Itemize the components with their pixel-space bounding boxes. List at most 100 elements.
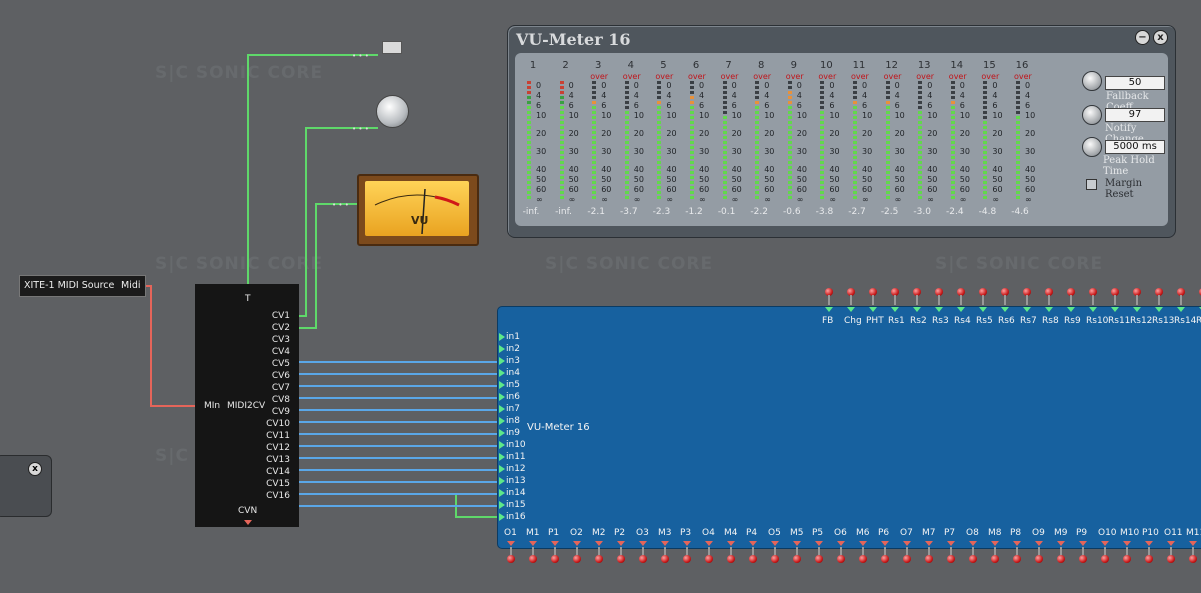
connector-pin[interactable]: [1035, 555, 1043, 563]
connector-pin[interactable]: [551, 555, 559, 563]
port-cv16[interactable]: CV16: [266, 491, 290, 501]
input-port-in11[interactable]: in11: [499, 452, 526, 462]
output-port-p2[interactable]: P2: [614, 528, 625, 538]
port-cv3[interactable]: CV3: [272, 335, 290, 345]
close-icon[interactable]: x: [1153, 30, 1168, 45]
top-port-rs13[interactable]: Rs13: [1152, 316, 1174, 326]
port-cv8[interactable]: CV8: [272, 395, 290, 405]
connector-pin[interactable]: [683, 555, 691, 563]
toggle-button[interactable]: [382, 41, 402, 54]
output-port-m6[interactable]: M6: [856, 528, 870, 538]
port-cv15[interactable]: CV15: [266, 479, 290, 489]
connector-pin[interactable]: [617, 555, 625, 563]
connector-pin[interactable]: [573, 555, 581, 563]
xite-port-midi[interactable]: Midi: [121, 280, 141, 291]
top-port-rs6[interactable]: Rs6: [998, 316, 1015, 326]
top-port-rs9[interactable]: Rs9: [1064, 316, 1081, 326]
vu-meter-16-module[interactable]: VU-Meter 16 in1 in2 in3 in4 in5 in6 in7 in8 in9 i…: [497, 306, 1201, 549]
input-port-in10[interactable]: in10: [499, 440, 526, 450]
input-port-in1[interactable]: in1: [499, 332, 520, 342]
output-port-o6[interactable]: O6: [834, 528, 847, 538]
input-port-in2[interactable]: in2: [499, 344, 520, 354]
output-port-p8[interactable]: P8: [1010, 528, 1021, 538]
connector-pin[interactable]: [1079, 555, 1087, 563]
rotary-knob[interactable]: [376, 95, 409, 128]
port-cv6[interactable]: CV6: [272, 371, 290, 381]
port-cv13[interactable]: CV13: [266, 455, 290, 465]
input-port-in15[interactable]: in15: [499, 500, 526, 510]
output-port-m9[interactable]: M9: [1054, 528, 1068, 538]
connector-pin[interactable]: [529, 555, 537, 563]
connector-pin[interactable]: [1123, 555, 1131, 563]
notify-value[interactable]: 97: [1105, 108, 1165, 122]
port-t[interactable]: T: [245, 294, 251, 304]
connector-pin[interactable]: [749, 555, 757, 563]
port-cv1[interactable]: CV1: [272, 311, 290, 321]
top-port-rs11[interactable]: Rs11: [1108, 316, 1130, 326]
output-port-m11[interactable]: M11: [1186, 528, 1201, 538]
output-port-o10[interactable]: O10: [1098, 528, 1117, 538]
connector-pin[interactable]: [903, 555, 911, 563]
top-port-rs3[interactable]: Rs3: [932, 316, 949, 326]
port-cv4[interactable]: CV4: [272, 347, 290, 357]
connector-pin[interactable]: [1167, 555, 1175, 563]
top-port-rs14[interactable]: Rs14: [1174, 316, 1196, 326]
top-port-rs8[interactable]: Rs8: [1042, 316, 1059, 326]
connector-pin[interactable]: [771, 555, 779, 563]
connector-pin[interactable]: [1145, 555, 1153, 563]
top-port-fb[interactable]: FB: [822, 316, 833, 326]
top-port-chg[interactable]: Chg: [844, 316, 862, 326]
top-port-rs12[interactable]: Rs12: [1130, 316, 1152, 326]
connector-pin[interactable]: [925, 555, 933, 563]
output-port-m1[interactable]: M1: [526, 528, 540, 538]
connector-pin[interactable]: [639, 555, 647, 563]
port-cv14[interactable]: CV14: [266, 467, 290, 477]
output-port-m7[interactable]: M7: [922, 528, 936, 538]
output-port-o8[interactable]: O8: [966, 528, 979, 538]
output-port-o9[interactable]: O9: [1032, 528, 1045, 538]
output-port-p9[interactable]: P9: [1076, 528, 1087, 538]
connector-pin[interactable]: [1189, 555, 1197, 563]
input-port-in4[interactable]: in4: [499, 368, 520, 378]
top-port-rs5[interactable]: Rs5: [976, 316, 993, 326]
margin-reset-checkbox[interactable]: [1086, 179, 1097, 190]
output-port-p1[interactable]: P1: [548, 528, 559, 538]
output-port-o11[interactable]: O11: [1164, 528, 1183, 538]
top-port-rs4[interactable]: Rs4: [954, 316, 971, 326]
input-port-in9[interactable]: in9: [499, 428, 520, 438]
top-port-rs7[interactable]: Rs7: [1020, 316, 1037, 326]
xite-midi-source[interactable]: XITE-1 MIDI Source Midi: [19, 275, 146, 297]
fallback-knob[interactable]: [1082, 71, 1102, 91]
minimize-icon[interactable]: −: [1135, 30, 1150, 45]
peakhold-value[interactable]: 5000 ms: [1105, 140, 1165, 154]
input-port-in12[interactable]: in12: [499, 464, 526, 474]
output-port-p5[interactable]: P5: [812, 528, 823, 538]
output-port-m2[interactable]: M2: [592, 528, 606, 538]
midi2cv-module[interactable]: T MIn MIDI2CV CV1 CV2 CV3 CV4 CV5 CV6 CV7 CV8 CV…: [195, 284, 299, 527]
connector-pin[interactable]: [991, 555, 999, 563]
peakhold-knob[interactable]: [1082, 137, 1102, 157]
connector-pin[interactable]: [705, 555, 713, 563]
input-port-in14[interactable]: in14: [499, 488, 526, 498]
connector-pin[interactable]: [947, 555, 955, 563]
input-port-in5[interactable]: in5: [499, 380, 520, 390]
fallback-value[interactable]: 50: [1105, 76, 1165, 90]
output-port-m5[interactable]: M5: [790, 528, 804, 538]
port-cvn[interactable]: CVN: [238, 506, 257, 516]
close-icon[interactable]: x: [28, 462, 42, 476]
output-port-o7[interactable]: O7: [900, 528, 913, 538]
top-port-rs1[interactable]: Rs1: [888, 316, 905, 326]
connector-pin[interactable]: [661, 555, 669, 563]
input-port-in6[interactable]: in6: [499, 392, 520, 402]
connector-pin[interactable]: [1101, 555, 1109, 563]
port-cv9[interactable]: CV9: [272, 407, 290, 417]
port-cv2[interactable]: CV2: [272, 323, 290, 333]
port-cv5[interactable]: CV5: [272, 359, 290, 369]
connector-pin[interactable]: [1013, 555, 1021, 563]
output-port-p7[interactable]: P7: [944, 528, 955, 538]
connector-pin[interactable]: [881, 555, 889, 563]
output-port-o5[interactable]: O5: [768, 528, 781, 538]
input-port-in7[interactable]: in7: [499, 404, 520, 414]
output-port-m3[interactable]: M3: [658, 528, 672, 538]
output-port-o2[interactable]: O2: [570, 528, 583, 538]
